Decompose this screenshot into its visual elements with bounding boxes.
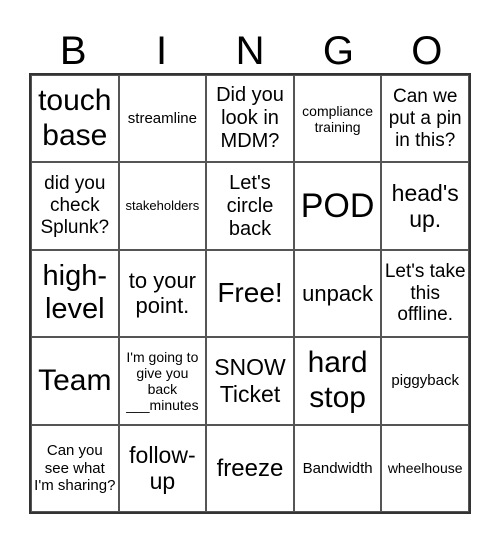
bingo-cell[interactable]: head's up. — [381, 162, 469, 250]
bingo-cell[interactable]: streamline — [118, 75, 207, 163]
bingo-cell[interactable]: Can you see what I'm sharing? — [31, 424, 119, 512]
bingo-cell[interactable]: unpack — [293, 249, 382, 338]
bingo-cell[interactable]: Free! — [206, 249, 294, 338]
bingo-cell[interactable]: follow-up — [118, 424, 207, 512]
bingo-cell[interactable]: Can we put a pin in this? — [381, 75, 469, 163]
bingo-cell[interactable]: high-level — [31, 249, 119, 338]
bingo-cell[interactable]: POD — [293, 162, 382, 250]
header-letter-n: N — [235, 29, 265, 73]
header-letter-o: O — [411, 29, 443, 73]
bingo-cell[interactable]: Team — [31, 337, 119, 425]
bingo-cell[interactable]: I'm going to give you back ___minutes — [118, 337, 207, 425]
bingo-cell[interactable]: Bandwidth — [293, 424, 382, 512]
bingo-cell[interactable]: touch base — [31, 75, 119, 163]
bingo-cell[interactable]: Did you look in MDM? — [206, 75, 294, 163]
header-letter-i: I — [156, 29, 168, 73]
bingo-cell[interactable]: hard stop — [293, 337, 382, 425]
bingo-header: B I N G O — [29, 28, 471, 74]
bingo-cell[interactable]: piggyback — [381, 337, 469, 425]
bingo-cell[interactable]: to your point. — [118, 249, 207, 338]
bingo-cell[interactable]: stakeholders — [118, 162, 207, 250]
bingo-grid: touch base streamline Did you look in MDM?… — [29, 73, 471, 514]
header-letter-g: G — [322, 29, 354, 73]
bingo-cell[interactable]: Let's circle back — [206, 162, 294, 250]
bingo-cell[interactable]: SNOW Ticket — [206, 337, 294, 425]
header-letter-b: B — [59, 29, 87, 73]
bingo-cell[interactable]: wheelhouse — [381, 424, 469, 512]
bingo-cell[interactable]: Let's take this offline. — [381, 249, 469, 338]
bingo-cell[interactable]: freeze — [206, 424, 294, 512]
bingo-cell[interactable]: compliance training — [293, 75, 382, 163]
bingo-cell[interactable]: did you check Splunk? — [31, 162, 119, 250]
